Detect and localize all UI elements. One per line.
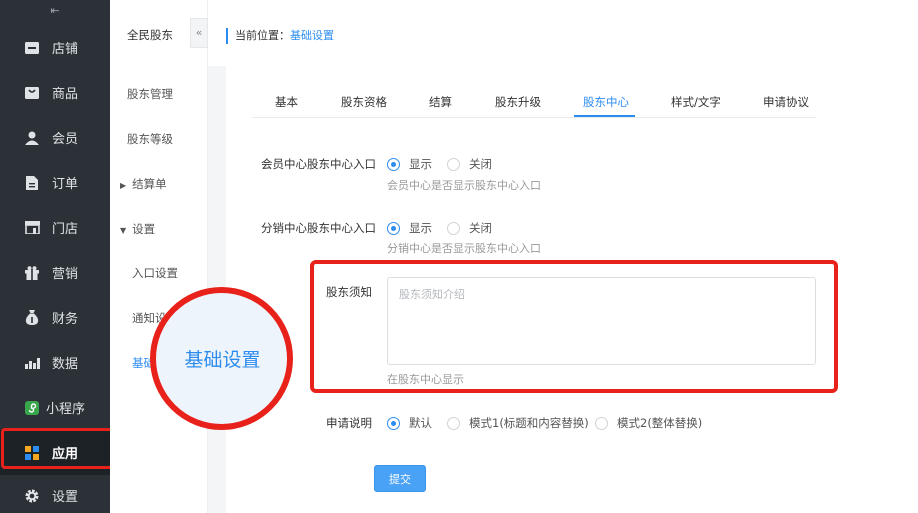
subnav-item-label: 结算单	[132, 177, 167, 191]
apply-desc-label: 申请说明	[326, 416, 372, 430]
subnav-collapse-button[interactable]: «	[190, 18, 208, 48]
order-icon	[24, 175, 40, 191]
radio-label: 关闭	[469, 221, 492, 235]
radio-dot	[387, 221, 400, 235]
sidebar-item-label: 订单	[52, 177, 79, 192]
sidebar-item-miniprogram[interactable]: 小程序	[0, 385, 110, 430]
sidebar-item-order[interactable]: 订单	[0, 160, 110, 205]
sidebar-item-finance[interactable]: 财务	[0, 295, 110, 340]
tab-bar: 基本 股东资格 结算 股东升级 股东中心 样式/文字 申请协议	[252, 84, 816, 118]
member-entry-show-radio[interactable]: 显示	[387, 156, 432, 172]
sidebar-item-label: 数据	[52, 357, 79, 372]
breadcrumb-prefix: 当前位置：	[235, 29, 290, 42]
radio-label: 显示	[409, 157, 432, 171]
sidebar-item-goods[interactable]: 商品	[0, 70, 110, 115]
tab-shareholder-center[interactable]: 股东中心	[583, 94, 629, 110]
radio-label: 显示	[409, 221, 432, 235]
dist-entry-hint: 分销中心是否显示股东中心入口	[387, 242, 541, 255]
radio-label: 模式1(标题和内容替换)	[469, 416, 589, 430]
sidebar-item-marketing[interactable]: 营销	[0, 250, 110, 295]
radio-dot	[447, 416, 460, 430]
tab-style-text[interactable]: 样式/文字	[671, 94, 721, 110]
tab-upgrade[interactable]: 股东升级	[495, 94, 541, 110]
sidebar-item-shop[interactable]: 门店	[0, 205, 110, 250]
store-icon	[24, 40, 40, 56]
radio-dot	[447, 157, 460, 171]
sidebar-item-member[interactable]: 会员	[0, 115, 110, 160]
collapse-sidebar-icon[interactable]: ⇤	[0, 3, 110, 19]
member-entry-hint: 会员中心是否显示股东中心入口	[387, 179, 541, 192]
tab-agreement[interactable]: 申请协议	[763, 94, 809, 110]
sidebar-item-settings[interactable]: 设置	[0, 473, 110, 513]
member-entry-label: 会员中心股东中心入口	[261, 157, 376, 171]
notice-hint: 在股东中心显示	[387, 373, 464, 386]
subnav-item-label: 设置	[132, 222, 156, 236]
apply-desc-mode1-radio[interactable]: 模式1(标题和内容替换)	[447, 415, 589, 431]
caret-right-icon: ▶	[120, 181, 127, 190]
sidebar-item-label: 会员	[52, 132, 79, 147]
main-sidebar: ⇤ 店铺 商品 会员 订单 门店 营销 财务 数据 小程序 应用 设置	[0, 0, 114, 513]
radio-dot	[447, 221, 460, 235]
submit-button[interactable]: 提交	[374, 465, 426, 492]
subnav-item-manage[interactable]: 股东管理	[127, 86, 173, 102]
sidebar-item-store[interactable]: 店铺	[0, 25, 110, 70]
sub-sidebar: 全民股东 股东管理 股东等级 ▶ 结算单 ▼ 设置 入口设置 通知设 基础	[110, 0, 208, 513]
apply-desc-mode2-radio[interactable]: 模式2(整体替换)	[595, 415, 702, 431]
goods-icon	[24, 85, 40, 101]
marketing-icon	[24, 265, 40, 281]
miniprogram-icon	[24, 400, 40, 416]
notice-label: 股东须知	[326, 285, 372, 299]
radio-dot	[595, 416, 608, 430]
sidebar-item-label: 营销	[52, 267, 79, 282]
right-margin	[816, 0, 918, 513]
gear-icon	[24, 488, 40, 504]
breadcrumb-current[interactable]: 基础设置	[290, 29, 334, 42]
shop-icon	[24, 220, 40, 236]
caret-down-icon: ▼	[120, 226, 127, 235]
dist-entry-hide-radio[interactable]: 关闭	[447, 220, 492, 236]
dist-entry-label: 分销中心股东中心入口	[261, 221, 376, 235]
sidebar-item-label: 门店	[52, 222, 79, 237]
dist-entry-show-radio[interactable]: 显示	[387, 220, 432, 236]
subnav-title: 全民股东	[127, 28, 173, 42]
sidebar-item-label: 小程序	[46, 402, 86, 417]
radio-label: 模式2(整体替换)	[617, 416, 703, 430]
tab-qualification[interactable]: 股东资格	[341, 94, 387, 110]
member-entry-hide-radio[interactable]: 关闭	[447, 156, 492, 172]
notice-textarea[interactable]	[387, 277, 816, 365]
sidebar-item-label: 商品	[52, 87, 79, 102]
breadcrumb: 当前位置：基础设置	[226, 28, 334, 44]
apps-highlight-annotation	[1, 428, 114, 469]
subnav-item-settlement[interactable]: ▶ 结算单	[120, 176, 167, 192]
finance-icon	[24, 310, 40, 326]
radio-label: 默认	[409, 416, 432, 430]
data-icon	[24, 355, 40, 371]
apply-desc-default-radio[interactable]: 默认	[387, 415, 432, 431]
zoom-callout-text: 基础设置	[184, 349, 261, 371]
member-icon	[24, 130, 40, 146]
subnav-item-settings[interactable]: ▼ 设置	[120, 221, 155, 237]
tab-basic[interactable]: 基本	[275, 94, 298, 110]
zoom-callout: 基础设置	[150, 287, 293, 430]
subnav-item-entry[interactable]: 入口设置	[132, 265, 178, 281]
sidebar-item-label: 店铺	[52, 42, 79, 57]
radio-dot	[387, 416, 400, 430]
sidebar-item-data[interactable]: 数据	[0, 340, 110, 385]
tab-settlement[interactable]: 结算	[429, 94, 452, 110]
sidebar-item-label: 设置	[52, 490, 79, 505]
radio-label: 关闭	[469, 157, 492, 171]
radio-dot	[387, 157, 400, 171]
subnav-item-level[interactable]: 股东等级	[127, 131, 173, 147]
tab-active-indicator	[574, 115, 635, 117]
sidebar-item-label: 财务	[52, 312, 79, 327]
